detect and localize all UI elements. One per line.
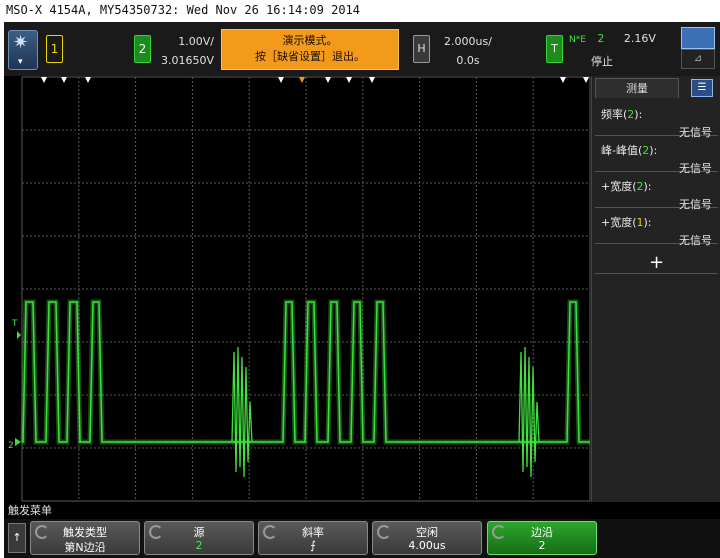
menu-title: 触发菜单	[4, 502, 720, 519]
keysight-logo-icon: ✷	[13, 32, 29, 53]
softkey-trigger-type[interactable]: 触发类型 第N边沿	[30, 521, 140, 555]
trigger-level-arrow-icon	[17, 331, 21, 339]
measurement-item[interactable]: 峰-峰值(2): 无信号	[595, 136, 718, 175]
back-button[interactable]: ↑	[8, 523, 26, 553]
waveform-display[interactable]: T2	[4, 76, 591, 502]
horizontal-indicator[interactable]: H	[413, 35, 430, 63]
trigger-settings[interactable]: N*E 2 2.16V 停止	[569, 32, 656, 69]
trigger-marker-icon	[346, 77, 352, 83]
knob-icon	[35, 525, 49, 539]
measurement-item[interactable]: +宽度(2): 无信号	[595, 172, 718, 211]
measurement-channel: 2	[627, 108, 635, 121]
softkey-source[interactable]: 源 2	[144, 521, 254, 555]
trigger-marker-icon	[560, 77, 566, 83]
time-scale: 2.000us/	[444, 35, 492, 48]
trigger-level: 2.16V	[623, 32, 656, 45]
trigger-marker-icon	[299, 77, 305, 83]
channel2-offset: 3.01650V	[160, 54, 214, 67]
measurement-name: +宽度	[601, 180, 633, 193]
channel2-settings[interactable]: 1.00V/ 3.01650V	[150, 32, 214, 70]
trigger-indicator[interactable]: T	[546, 35, 563, 63]
softkey-value: 2	[195, 539, 203, 552]
knob-icon	[492, 525, 506, 539]
demo-mode-line1: 演示模式。	[282, 34, 338, 47]
softkey-slope[interactable]: 斜率 ⨍	[258, 521, 368, 555]
measurement-channel: 1	[636, 216, 644, 229]
measurement-name: 峰-峰值	[601, 144, 638, 157]
main-menu-button[interactable]: ✷ ▾	[8, 30, 38, 70]
horizontal-settings[interactable]: 2.000us/ 0.0s	[436, 32, 500, 70]
measurement-channel: 2	[642, 144, 650, 157]
measurement-item[interactable]: 频率(2): 无信号	[595, 100, 718, 139]
trigger-marker-icon	[85, 77, 91, 83]
channel2-indicator[interactable]: 2	[134, 35, 151, 63]
measurement-value: 无信号	[679, 234, 712, 247]
channel1-indicator[interactable]: 1	[46, 35, 63, 63]
demo-mode-banner: 演示模式。 按［缺省设置］退出。	[221, 29, 399, 70]
chevron-down-icon: ▾	[18, 57, 23, 67]
rising-edge-icon: ⨍	[310, 539, 316, 552]
knob-icon	[377, 525, 391, 539]
knob-icon	[149, 525, 163, 539]
measurement-name: +宽度	[601, 216, 633, 229]
channel2-ground-marker: 2	[8, 441, 14, 451]
trigger-marker-icon	[369, 77, 375, 83]
measurement-channel: 2	[636, 180, 644, 193]
waveform-graticule: T2	[8, 76, 591, 502]
softkey-edge[interactable]: 边沿 2	[487, 521, 597, 555]
trigger-marker-icon	[583, 77, 589, 83]
tab-measurements[interactable]: 测量	[595, 78, 679, 98]
trigger-marker-icon	[278, 77, 284, 83]
touch-zone-button[interactable]: ⊿	[681, 27, 715, 71]
measurement-list: 频率(2): 无信号 峰-峰值(2): 无信号 +宽度(2): 无信号 +宽度(…	[592, 100, 720, 274]
softkey-value: 第N边沿	[64, 541, 106, 554]
zone-select-icon	[681, 27, 715, 49]
trigger-channel: 2	[597, 32, 605, 45]
panel-menu-icon[interactable]: ☰	[691, 79, 713, 97]
zone-trigger-icon: ⊿	[681, 49, 715, 69]
run-status: 停止	[591, 55, 613, 68]
softkey-idle[interactable]: 空闲 4.00us	[372, 521, 482, 555]
measurement-name: 频率	[601, 108, 623, 121]
channel2-ground-arrow-icon	[15, 438, 21, 446]
add-measurement-button[interactable]: +	[595, 252, 718, 274]
measurement-panel: 测量 ☰ 频率(2): 无信号 峰-峰值(2): 无信号 +宽度(2): 无信号…	[591, 76, 720, 502]
window-title: MSO-X 4154A, MY54350732: Wed Nov 26 16:1…	[6, 3, 361, 17]
demo-mode-line2: 按［缺省设置］退出。	[255, 50, 365, 63]
time-delay: 0.0s	[456, 54, 480, 67]
measurement-item[interactable]: +宽度(1): 无信号	[595, 208, 718, 247]
trigger-mode: N*E	[569, 35, 586, 45]
trigger-marker-icon	[325, 77, 331, 83]
channel2-scale: 1.00V/	[178, 35, 214, 48]
softkey-value: 2	[538, 539, 546, 552]
softkey-value: 4.00us	[408, 539, 446, 552]
trigger-marker-icon	[41, 77, 47, 83]
glitch-burst-right	[518, 346, 540, 478]
trigger-level-marker: T	[11, 319, 18, 329]
knob-icon	[263, 525, 277, 539]
trigger-marker-icon	[61, 77, 67, 83]
